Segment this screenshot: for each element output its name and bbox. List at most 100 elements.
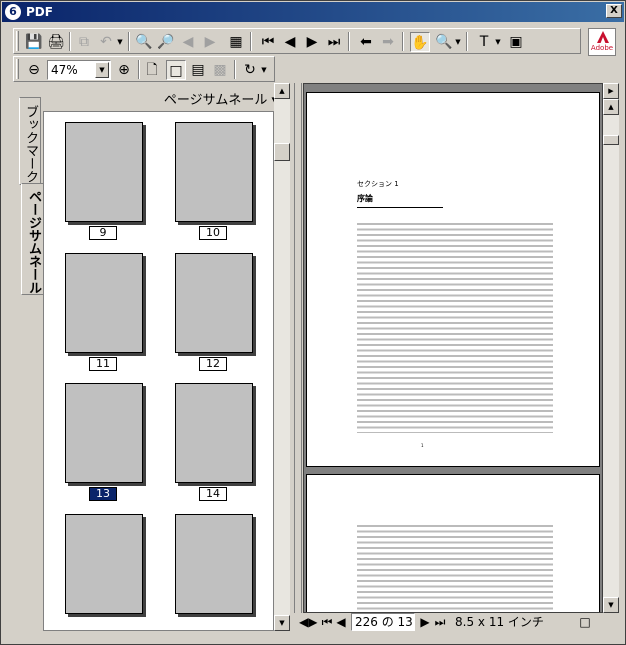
last-page-icon[interactable]: ⏭ [433,614,447,630]
main-toolbar: 💾 🖨 ⧉ ↶ ▼ 🔍 🔎 ◀ ▶ ▦ ⏮ ◀ ▶ ⏭ ⬅ ➡ ✋ 🔍 ▼ T … [13,28,581,54]
undo-icon[interactable]: ↶ [96,32,116,52]
thumbnails-options-menu[interactable]: ページサムネール ▾ [164,89,278,108]
tab-page-thumbnails[interactable]: ページサムネール [21,183,43,295]
document-view[interactable]: セクション 1 序論 1 [303,83,603,613]
first-page-icon[interactable]: ⏮ [258,32,278,52]
section-label: セクション 1 [357,180,399,188]
thumbnail-page-number: 11 [89,357,117,371]
rotate-view-icon[interactable]: ↻ [240,60,260,80]
thumbnail-page-number: 14 [199,487,227,501]
layout-icon[interactable]: ◀▶ [299,614,317,630]
toolbar-separator [138,60,140,79]
actual-size-icon[interactable]: 🗋 [142,60,162,80]
thumbnail-image[interactable] [175,514,253,614]
toolbar-separator [466,32,468,51]
previous-page-icon[interactable]: ◀ [335,614,347,630]
status-bar: ◀▶ ⏮ ◀ 226 の 13 ▶ ⏭ 8.5 x 11 インチ □ [297,613,621,631]
next-view-page-icon[interactable]: ▶ [200,32,220,52]
thumbnail-image[interactable] [175,122,253,222]
section-heading: 序論 [357,194,373,203]
last-page-icon[interactable]: ⏭ [324,32,344,52]
save-icon[interactable]: 💾 [24,32,44,52]
next-page-icon[interactable]: ▶ [419,614,431,630]
pdf-window: 6 PDF X 💾 🖨 ⧉ ↶ ▼ 🔍 🔎 ◀ ▶ ▦ ⏮ ◀ ▶ ⏭ ⬅ ➡ … [0,0,626,645]
prev-view-page-icon[interactable]: ◀ [178,32,198,52]
scrollbar-thumb[interactable] [603,135,619,145]
tab-bookmarks[interactable]: ブックマーク [19,97,41,185]
page-body-text [357,525,553,612]
scroll-up-icon[interactable]: ▲ [603,99,619,115]
toolbar-separator [128,32,130,51]
go-forward-icon[interactable]: ➡ [378,32,398,52]
print-icon[interactable]: 🖨 [46,32,66,52]
toolbar-separator [69,32,71,51]
copy-icon[interactable]: ⧉ [74,32,94,52]
thumbnail-scrollbar[interactable]: ▲ ▼ [274,83,290,631]
adobe-logo-text: Adobe [590,44,614,52]
fit-visible-icon[interactable]: ▩ [210,60,230,80]
navigation-pane: ブックマーク ページサムネール ページサムネール ▾ 9 10 11 12 13… [13,83,296,631]
zoom-tool-dropdown-icon[interactable]: ▼ [454,32,462,52]
undo-dropdown-icon[interactable]: ▼ [116,32,124,52]
text-select-tool-icon[interactable]: T [474,32,494,52]
toolbar-separator [234,60,236,79]
adobe-logo[interactable]: Adobe [588,28,616,56]
thumbnail-page-number: 13 [89,487,117,501]
zoom-combobox[interactable]: 47% ▼ [47,60,111,80]
thumbnail-page-number: 12 [199,357,227,371]
search-icon[interactable]: 🔎 [156,32,176,52]
thumbnail-image[interactable] [175,383,253,483]
page-number-input[interactable]: 226 の 13 [351,613,415,631]
zoom-value[interactable]: 47% [51,63,78,77]
scroll-up-icon[interactable]: ▲ [274,83,290,99]
text-select-dropdown-icon[interactable]: ▼ [494,32,502,52]
thumbnail-image[interactable] [65,514,143,614]
thumbnail-image[interactable] [65,122,143,222]
text-lines [357,223,553,433]
document-page[interactable]: セクション 1 序論 1 [306,92,600,467]
thumbnail-list[interactable]: 9 10 11 12 13 14 [43,111,274,631]
next-page-icon[interactable]: ▶ [302,32,322,52]
scroll-down-icon[interactable]: ▼ [603,597,619,613]
adobe-logo-icon [597,31,609,43]
scroll-down-icon[interactable]: ▼ [274,615,290,631]
document-scrollbar[interactable]: ▶ ▲ ▼ [603,83,619,613]
text-lines [357,525,553,612]
title-bar: 6 PDF X [2,2,624,22]
zoom-in-icon[interactable]: ⊕ [114,60,134,80]
rotate-dropdown-icon[interactable]: ▼ [260,60,268,80]
toolbar-grip[interactable] [16,31,19,51]
zoom-dropdown-icon[interactable]: ▼ [95,62,109,78]
zoom-out-icon[interactable]: ⊖ [24,60,44,80]
toolbar-separator [348,32,350,51]
toolbar-grip[interactable] [16,59,19,79]
fit-width-icon[interactable]: ▤ [188,60,208,80]
page-up-icon[interactable]: ▶ [603,83,619,99]
page-size-label: 8.5 x 11 インチ [455,615,544,629]
fit-page-icon[interactable]: □ [166,60,186,80]
thumbnail-page-number: 10 [199,226,227,240]
toolbar-separator [250,32,252,51]
window-title: PDF [26,5,53,19]
show-navigation-pane-icon[interactable]: ▦ [226,32,246,52]
panel-header: ページサムネール ▾ [43,83,294,111]
hand-tool-icon[interactable]: ✋ [410,32,430,52]
document-page-next[interactable] [306,474,600,612]
snapshot-tool-icon[interactable]: ▣ [506,32,526,52]
find-icon[interactable]: 🔍 [134,32,154,52]
thumbnail-image[interactable] [175,253,253,353]
zoom-in-tool-icon[interactable]: 🔍 [434,32,454,52]
app-icon: 6 [5,4,21,20]
scrollbar-thumb[interactable] [274,143,290,161]
pane-splitter[interactable] [294,83,302,613]
thumbnail-image[interactable] [65,253,143,353]
thumbnail-image[interactable] [65,383,143,483]
go-back-icon[interactable]: ⬅ [356,32,376,52]
close-button[interactable]: X [606,4,622,18]
page-body-text [357,223,553,463]
heading-rule [357,207,443,208]
previous-page-icon[interactable]: ◀ [280,32,300,52]
navigation-tabs: ブックマーク ページサムネール [17,83,43,631]
toolbar-separator [402,32,404,51]
first-page-icon[interactable]: ⏮ [321,614,333,630]
